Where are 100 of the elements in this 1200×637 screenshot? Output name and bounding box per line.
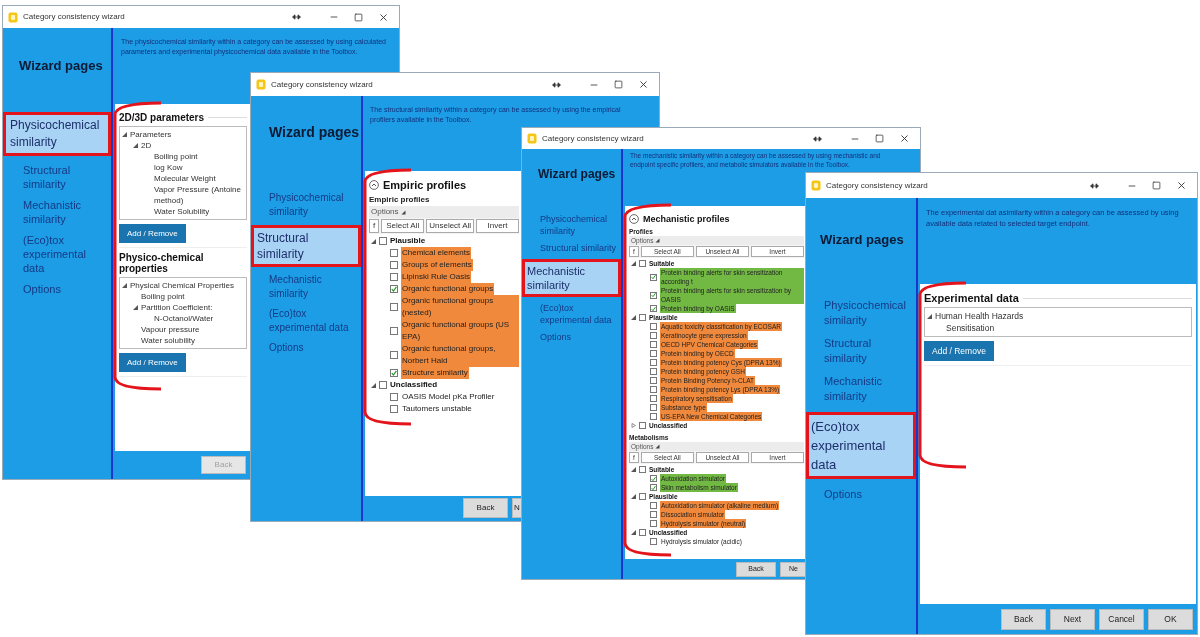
checkbox[interactable] bbox=[379, 237, 387, 245]
checkbox[interactable] bbox=[650, 484, 657, 491]
wizard-page-item[interactable]: Mechanistic similarity bbox=[251, 273, 361, 301]
wizard-page-item[interactable]: Mechanistic similarity bbox=[522, 259, 621, 297]
nav-button[interactable]: Cancel bbox=[1099, 609, 1144, 630]
wizard-page-item[interactable]: Options bbox=[522, 331, 621, 343]
close-icon[interactable] bbox=[1176, 180, 1187, 191]
checkbox[interactable] bbox=[390, 273, 398, 281]
expanded-arrow-icon[interactable] bbox=[371, 382, 376, 388]
checkbox[interactable] bbox=[650, 502, 657, 509]
checkbox[interactable] bbox=[650, 475, 657, 482]
collapse-chevron-icon[interactable] bbox=[629, 214, 639, 224]
tree-item[interactable]: Sensitisation bbox=[946, 322, 995, 334]
expanded-arrow-icon[interactable] bbox=[133, 143, 138, 148]
maximize-icon[interactable] bbox=[354, 12, 363, 22]
wizard-page-item[interactable]: Options bbox=[806, 487, 916, 502]
checkbox[interactable] bbox=[650, 404, 657, 411]
tree-item[interactable]: Molecular Weight bbox=[154, 173, 216, 184]
add-remove-button[interactable]: Add / Remove bbox=[119, 224, 186, 243]
expanded-arrow-icon[interactable] bbox=[631, 494, 636, 499]
checkbox[interactable] bbox=[650, 368, 657, 375]
close-icon[interactable] bbox=[378, 11, 389, 23]
checkbox[interactable] bbox=[650, 511, 657, 518]
checkbox[interactable] bbox=[650, 350, 657, 357]
checkbox[interactable] bbox=[650, 413, 657, 420]
options-toggle[interactable]: Options bbox=[371, 206, 406, 218]
checkbox[interactable] bbox=[650, 341, 657, 348]
checkbox[interactable] bbox=[379, 381, 387, 389]
expanded-arrow-icon[interactable] bbox=[631, 261, 636, 266]
checkbox[interactable] bbox=[650, 538, 657, 545]
checkbox[interactable] bbox=[390, 327, 398, 335]
close-icon[interactable] bbox=[899, 133, 910, 144]
tree-item[interactable]: N-Octanol/Water bbox=[154, 313, 214, 324]
resize-arrows-icon[interactable] bbox=[1090, 182, 1099, 189]
toolbar-button[interactable]: Unselect All bbox=[426, 219, 474, 233]
wizard-page-item[interactable]: Structural similarity bbox=[806, 336, 916, 366]
expanded-arrow-icon[interactable] bbox=[631, 315, 636, 320]
wizard-page-item[interactable]: Structural similarity bbox=[522, 242, 621, 254]
expanded-arrow-icon[interactable] bbox=[927, 313, 932, 319]
checkbox[interactable] bbox=[650, 323, 657, 330]
wizard-page-item[interactable]: Structural similarity bbox=[251, 225, 361, 267]
collapse-chevron-icon[interactable] bbox=[369, 180, 379, 190]
wizard-page-item[interactable]: Structural similarity bbox=[3, 163, 111, 191]
wizard-page-item[interactable]: (Eco)tox experimental data bbox=[806, 412, 916, 479]
expanded-arrow-icon[interactable] bbox=[122, 132, 127, 137]
checkbox[interactable] bbox=[650, 520, 657, 527]
tree-item[interactable]: Boiling point bbox=[141, 291, 185, 302]
add-remove-button[interactable]: Add / Remove bbox=[924, 341, 994, 361]
wizard-page-item[interactable]: Physicochemical similarity bbox=[3, 112, 111, 156]
checkbox[interactable] bbox=[390, 405, 398, 413]
wizard-page-item[interactable]: Physicochemical similarity bbox=[522, 213, 621, 237]
checkbox[interactable] bbox=[390, 249, 398, 257]
checkbox[interactable] bbox=[650, 273, 657, 281]
expanded-arrow-icon[interactable] bbox=[631, 530, 636, 535]
expanded-arrow-icon[interactable] bbox=[631, 467, 636, 472]
checkbox[interactable] bbox=[650, 291, 657, 299]
wizard-page-item[interactable]: (Eco)tox experimental data bbox=[522, 302, 621, 326]
nav-button[interactable]: OK bbox=[1148, 609, 1193, 630]
tree-item[interactable]: Boiling point bbox=[154, 151, 198, 162]
tree-item[interactable]: Parameters bbox=[130, 129, 172, 140]
wizard-page-item[interactable]: Options bbox=[3, 282, 111, 296]
add-remove-button[interactable]: Add / Remove bbox=[119, 353, 186, 372]
resize-arrows-icon[interactable] bbox=[552, 81, 561, 88]
nav-button[interactable]: Back bbox=[463, 498, 508, 518]
checkbox[interactable] bbox=[650, 305, 657, 312]
tree-item[interactable]: log Kow bbox=[154, 162, 183, 173]
checkbox[interactable] bbox=[650, 359, 657, 366]
toolbar-button[interactable]: Invert bbox=[476, 219, 519, 233]
checkbox[interactable] bbox=[390, 351, 398, 359]
tree-item[interactable]: Partition Coefficient: bbox=[141, 302, 213, 313]
checkbox[interactable] bbox=[650, 332, 657, 339]
checkbox[interactable] bbox=[390, 393, 398, 401]
expanded-arrow-icon[interactable] bbox=[122, 283, 127, 288]
maximize-icon[interactable] bbox=[1152, 181, 1161, 190]
tree-item[interactable]: Vapor Pressure (Antoine method) bbox=[154, 184, 244, 206]
maximize-icon[interactable] bbox=[875, 134, 884, 143]
wizard-page-item[interactable]: Physicochemical similarity bbox=[806, 298, 916, 328]
checkbox[interactable] bbox=[639, 422, 646, 429]
tree-item[interactable]: 2D bbox=[141, 140, 152, 151]
expanded-arrow-icon[interactable] bbox=[133, 305, 138, 310]
tree-item[interactable]: Water solubility bbox=[141, 335, 195, 346]
checkbox[interactable] bbox=[390, 261, 398, 269]
wizard-page-item[interactable]: Physicochemical similarity bbox=[251, 191, 361, 219]
nav-button[interactable]: Next bbox=[1050, 609, 1095, 630]
checkbox[interactable] bbox=[639, 493, 646, 500]
wizard-page-item[interactable]: Mechanistic similarity bbox=[3, 198, 111, 226]
checkbox[interactable] bbox=[639, 466, 646, 473]
wizard-page-item[interactable]: (Eco)tox experimental data bbox=[3, 233, 111, 275]
tree-item[interactable]: Vapour pressure bbox=[141, 324, 200, 335]
tree-item[interactable]: Water Solubility bbox=[154, 206, 210, 217]
checkbox[interactable] bbox=[650, 386, 657, 393]
resize-arrows-icon[interactable] bbox=[813, 135, 822, 142]
checkbox[interactable] bbox=[639, 260, 646, 267]
checkbox[interactable] bbox=[639, 314, 646, 321]
tree-item[interactable]: Physical Chemical Properties bbox=[130, 280, 235, 291]
toolbar-button[interactable]: Select All bbox=[381, 219, 425, 233]
checkbox[interactable] bbox=[390, 285, 398, 293]
checkbox[interactable] bbox=[650, 377, 657, 384]
wizard-page-item[interactable]: Mechanistic similarity bbox=[806, 374, 916, 404]
close-icon[interactable] bbox=[638, 79, 649, 90]
